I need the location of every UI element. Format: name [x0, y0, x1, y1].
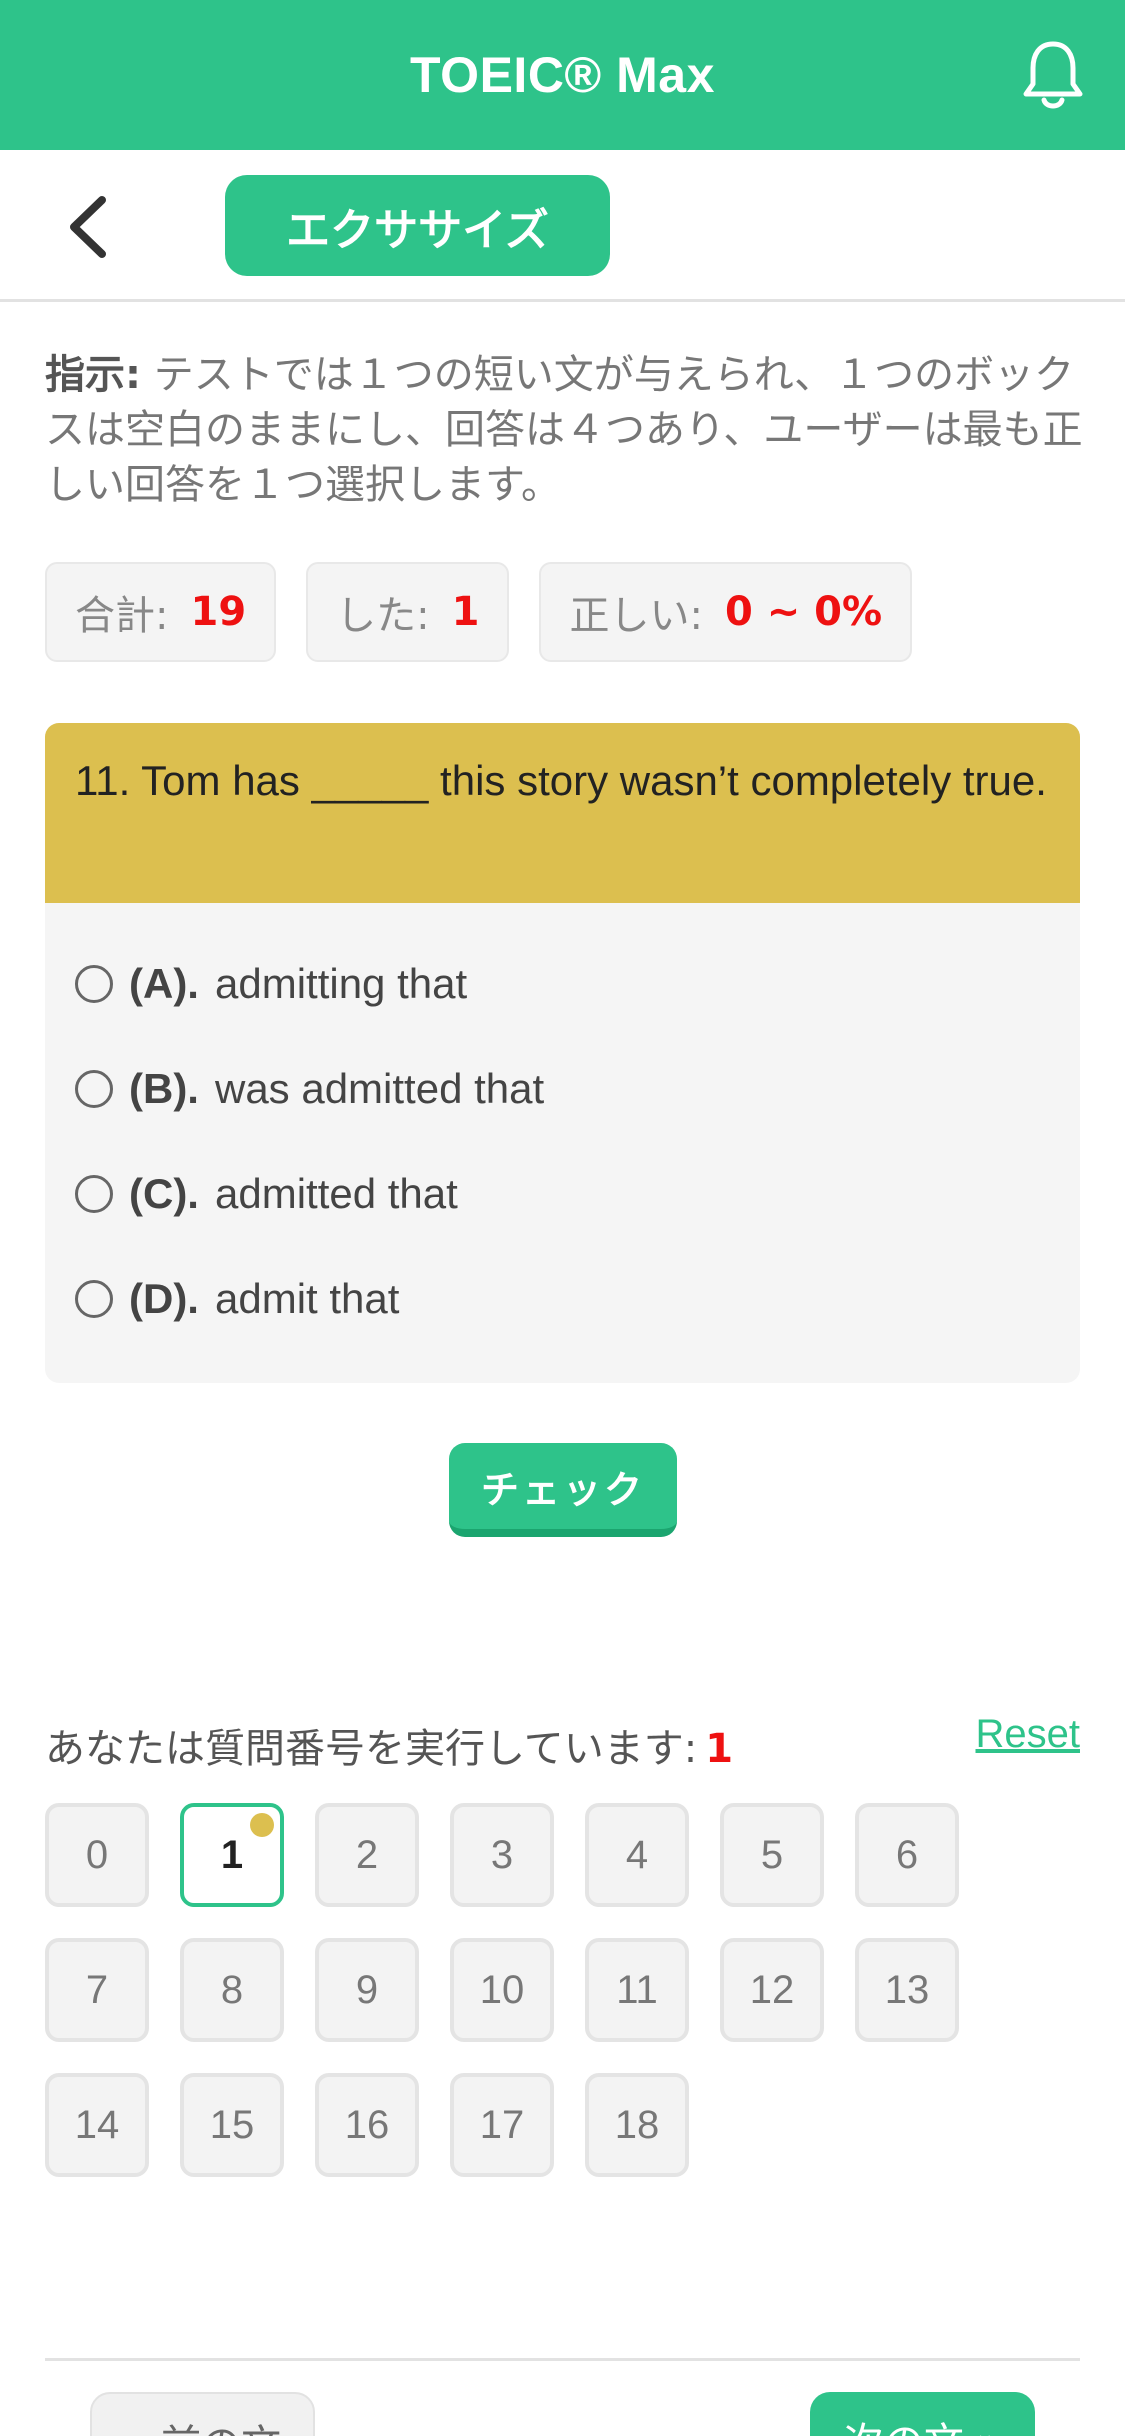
option-letter: (C). [129, 1169, 199, 1217]
question-number-label: 2 [355, 1832, 379, 1877]
reset-link[interactable]: Reset [976, 1712, 1081, 1757]
footer-divider [45, 2358, 1080, 2361]
app-header: TOEIC® Max [0, 0, 1125, 150]
question-number-label: 10 [479, 1967, 525, 2012]
option-c[interactable]: (C). admitted that [45, 1141, 1080, 1246]
question-number-button[interactable]: 14 [45, 2073, 149, 2177]
question-number-label: 3 [490, 1832, 514, 1877]
question-number-button[interactable]: 3 [450, 1803, 554, 1907]
question-number-label: 15 [209, 2102, 255, 2147]
stat-total: 合計: 19 [45, 562, 277, 662]
sub-navigation: エクササイズ [0, 150, 1125, 302]
question-number-label: 16 [344, 2102, 390, 2147]
bell-icon[interactable] [1021, 38, 1085, 112]
instructions-text: テストでは１つの短い文が与えられ、１つのボックスは空白のままにし、回答は４つあり… [45, 352, 1083, 508]
option-b[interactable]: (B). was admitted that [45, 1036, 1080, 1141]
question-number-button[interactable]: 8 [180, 1938, 284, 2042]
instructions-label: 指示: [45, 352, 141, 398]
question-number-label: 17 [479, 2102, 525, 2147]
question-number-button[interactable]: 11 [585, 1938, 689, 2042]
question-card: 11. Tom has _____ this story wasn’t comp… [45, 723, 1080, 1383]
question-number-button[interactable]: 5 [720, 1803, 824, 1907]
option-text: admit that [214, 1274, 400, 1322]
question-number-button[interactable]: 15 [180, 2073, 284, 2177]
question-number-label: 4 [625, 1832, 649, 1877]
question-number-label: 11 [616, 1967, 658, 2012]
radio-button[interactable] [75, 1279, 113, 1318]
tab-exercise[interactable]: エクササイズ [225, 175, 610, 276]
question-number-button[interactable]: 4 [585, 1803, 689, 1907]
question-number-label: 8 [220, 1967, 244, 2012]
option-letter: (D). [129, 1274, 199, 1322]
question-number-label: 9 [355, 1967, 379, 2012]
instructions: 指示: テストでは１つの短い文が与えられ、１つのボックスは空白のままにし、回答は… [45, 348, 1085, 513]
question-number-button[interactable]: 0 [45, 1803, 149, 1907]
question-number-button[interactable]: 9 [315, 1938, 419, 2042]
question-number-button[interactable]: 17 [450, 2073, 554, 2177]
option-text: was admitted that [214, 1064, 545, 1112]
answer-options: (A). admitting that (B). was admitted th… [45, 903, 1080, 1351]
stat-done: した: 1 [306, 562, 510, 662]
answered-dot-icon [250, 1813, 274, 1837]
question-number-label: 6 [895, 1832, 919, 1877]
question-number-button[interactable]: 13 [855, 1938, 959, 2042]
question-number-button[interactable]: 12 [720, 1938, 824, 2042]
app-title: TOEIC® Max [410, 47, 715, 103]
stat-done-value: 1 [451, 589, 480, 635]
stat-done-label: した: [336, 593, 430, 639]
radio-button[interactable] [75, 964, 113, 1003]
question-number-label: 13 [884, 1967, 930, 2012]
option-letter: (A). [129, 959, 199, 1007]
stat-total-value: 19 [190, 589, 247, 635]
radio-button[interactable] [75, 1069, 113, 1108]
stat-correct-value: 0 ~ 0% [724, 589, 883, 635]
question-number-label: 0 [85, 1832, 109, 1877]
prev-sentence-button[interactable]: « 前の文 [90, 2392, 315, 2436]
option-letter: (B). [129, 1064, 199, 1112]
current-question-number: 1 [705, 1726, 734, 1772]
question-number-button[interactable]: 6 [855, 1803, 959, 1907]
question-number-label: 14 [74, 2102, 120, 2147]
current-question-indicator: あなたは質問番号を実行しています: 1 [45, 1716, 733, 1774]
question-number-button[interactable]: 2 [315, 1803, 419, 1907]
stat-correct-label: 正しい: [569, 593, 703, 639]
chevron-left-icon[interactable] [62, 194, 118, 260]
option-a[interactable]: (A). admitting that [45, 931, 1080, 1036]
question-number-label: 12 [749, 1967, 795, 2012]
question-number-button[interactable]: 18 [585, 2073, 689, 2177]
stats-bar: 合計: 19 した: 1 正しい: 0 ~ 0% [45, 562, 913, 662]
option-text: admitting that [214, 959, 468, 1007]
question-number-button[interactable]: 1 [180, 1803, 284, 1907]
question-number-label: 7 [85, 1967, 109, 2012]
question-number-label: 1 [220, 1832, 244, 1877]
check-button[interactable]: チェック [449, 1443, 677, 1537]
question-number-label: 18 [614, 2102, 660, 2147]
running-label: あなたは質問番号を実行しています: [45, 1726, 698, 1772]
option-d[interactable]: (D). admit that [45, 1246, 1080, 1351]
radio-button[interactable] [75, 1174, 113, 1213]
stat-correct: 正しい: 0 ~ 0% [539, 562, 913, 662]
question-number-label: 5 [760, 1832, 784, 1877]
question-number-button[interactable]: 16 [315, 2073, 419, 2177]
question-number-grid: 0 1 2 3 4 5 6 7 8 9 10 11 12 13 14 15 16 17 18 [45, 1803, 1045, 2177]
option-text: admitted that [214, 1169, 458, 1217]
question-text: 11. Tom has _____ this story wasn’t comp… [45, 723, 1080, 903]
next-sentence-button[interactable]: 次の文 » [810, 2392, 1035, 2436]
question-number-button[interactable]: 7 [45, 1938, 149, 2042]
stat-total-label: 合計: [75, 593, 169, 639]
question-number-button[interactable]: 10 [450, 1938, 554, 2042]
